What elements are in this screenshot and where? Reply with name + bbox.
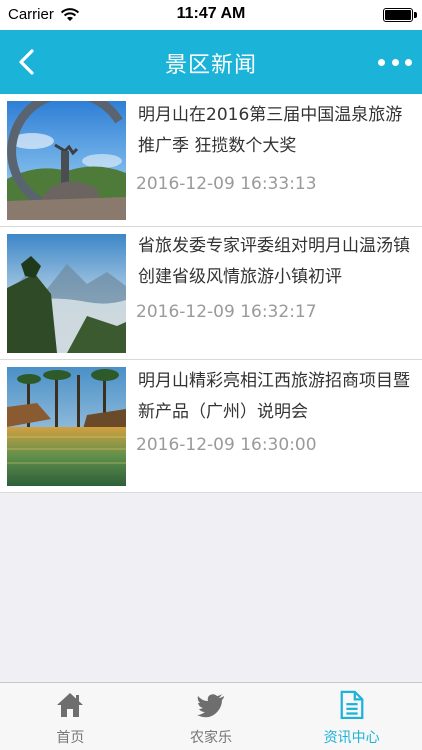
news-title: 明月山在2016第三届中国温泉旅游推广季 狂揽数个大奖 — [138, 105, 403, 156]
more-dot — [391, 58, 399, 66]
lake-photo — [7, 367, 126, 486]
news-title: 明月山精彩亮相江西旅游招商项目暨新产品（广州）说明会 — [138, 371, 410, 422]
tab-news-center[interactable]: 资讯中心 — [281, 683, 422, 750]
mountain-photo — [7, 234, 126, 353]
page-title: 景区新闻 — [164, 53, 257, 78]
tab-label: 首页 — [56, 730, 85, 746]
news-item[interactable]: 明月山在2016第三届中国温泉旅游推广季 狂揽数个大奖 2016-12-09 1… — [0, 94, 422, 227]
bird-icon — [197, 694, 224, 718]
news-thumbnail-mountain — [7, 234, 126, 353]
status-bar: Carrier 11:47 AM — [0, 0, 422, 30]
news-thumbnail-lake — [7, 367, 126, 486]
sculpture-photo — [7, 101, 126, 220]
battery-icon — [383, 8, 413, 22]
home-icon — [57, 693, 84, 717]
tab-label: 资讯中心 — [323, 730, 380, 746]
document-icon — [340, 690, 364, 719]
tab-farmhouse[interactable]: 农家乐 — [141, 683, 282, 750]
more-button[interactable] — [378, 52, 412, 72]
news-date: 2016-12-09 16:33:13 — [136, 174, 317, 194]
news-title: 省旅发委专家评委组对明月山温汤镇创建省级风情旅游小镇初评 — [138, 236, 410, 287]
news-thumbnail-sculpture — [7, 101, 126, 220]
news-date: 2016-12-09 16:30:00 — [136, 435, 317, 455]
news-date: 2016-12-09 16:32:17 — [136, 302, 317, 322]
tab-label: 农家乐 — [190, 730, 232, 746]
news-list: 明月山在2016第三届中国温泉旅游推广季 狂揽数个大奖 2016-12-09 1… — [0, 94, 422, 493]
app-screen: Carrier 11:47 AM 景区新闻 明月山在2016第三届中国温泉旅游推… — [0, 0, 422, 750]
status-time: 11:47 AM — [176, 5, 246, 22]
tab-bar: 首页 农家乐 资讯中心 — [0, 682, 422, 750]
battery-tip — [414, 12, 417, 18]
news-item[interactable]: 明月山精彩亮相江西旅游招商项目暨新产品（广州）说明会 2016-12-09 16… — [0, 360, 422, 493]
more-dots-icon — [378, 58, 385, 66]
more-dot — [405, 58, 412, 66]
nav-bar: 景区新闻 — [0, 30, 422, 94]
tab-home[interactable]: 首页 — [0, 683, 141, 750]
news-item[interactable]: 省旅发委专家评委组对明月山温汤镇创建省级风情旅游小镇初评 2016-12-09 … — [0, 227, 422, 360]
